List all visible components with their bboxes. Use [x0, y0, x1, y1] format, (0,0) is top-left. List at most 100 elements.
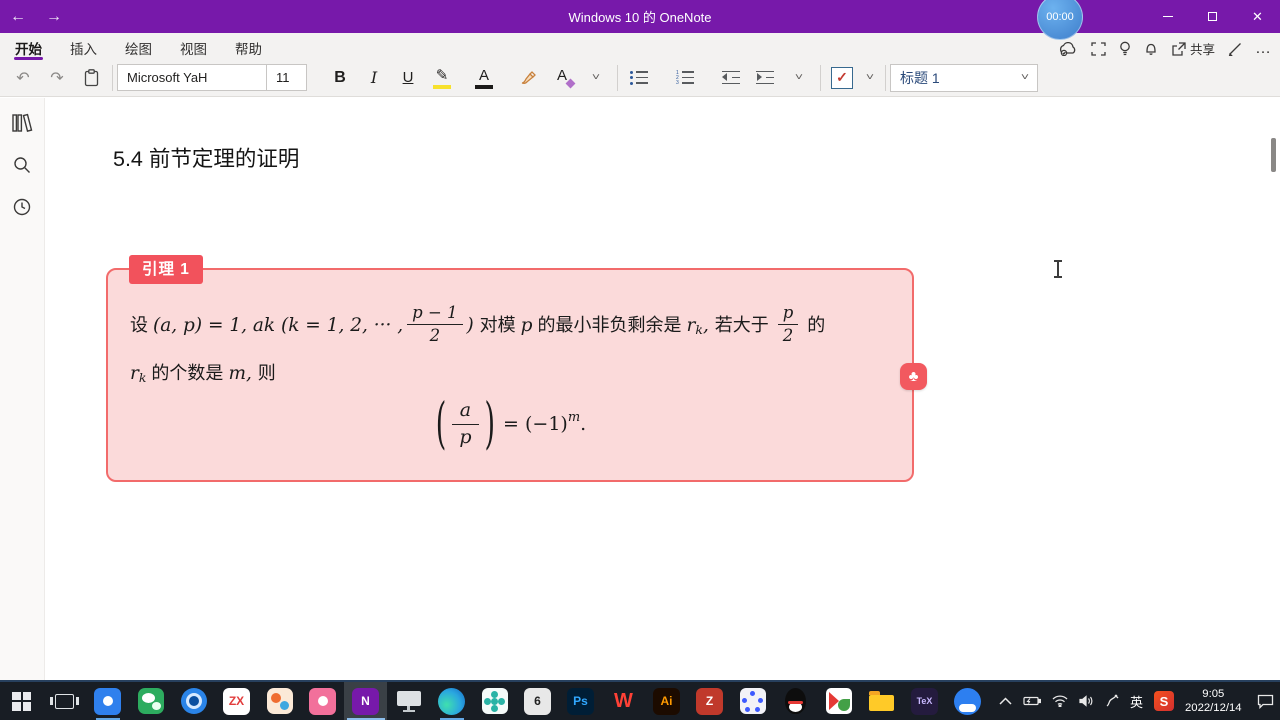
tex-app[interactable]: TeX — [903, 682, 946, 720]
z-reader-app[interactable]: Z — [688, 682, 731, 720]
formula-exponent: m — [567, 409, 581, 425]
start-button-icon — [12, 691, 31, 711]
action-center-icon[interactable] — [1257, 694, 1274, 709]
paint-app[interactable] — [258, 682, 301, 720]
share-button[interactable]: 共享 — [1171, 39, 1215, 58]
format-painter-button[interactable] — [511, 63, 545, 93]
petals-app-icon — [481, 688, 508, 714]
sketchpad-app-icon: 6 — [524, 687, 551, 715]
math-segment: 设 — [130, 315, 154, 335]
wps-app[interactable]: W — [602, 682, 645, 720]
formula-equals: = (−1) — [503, 413, 568, 436]
volume-icon[interactable] — [1079, 695, 1094, 707]
math-segment: m — [228, 363, 246, 384]
recent-icon[interactable] — [8, 194, 36, 220]
divider — [112, 64, 113, 91]
pink-app[interactable] — [301, 682, 344, 720]
pen-mode-icon[interactable] — [1228, 42, 1242, 56]
numbered-list-button[interactable]: 123 — [668, 63, 702, 93]
wechat-app-icon — [137, 688, 164, 714]
file-explorer[interactable] — [860, 682, 903, 720]
task-view-button-icon — [50, 693, 79, 709]
remote-desktop-app[interactable] — [387, 682, 430, 720]
dingtalk-app[interactable] — [172, 682, 215, 720]
math-segment: , — [245, 363, 258, 384]
lemma-box: 引理 1 ♣ 设 (a, p) = 1, ak (k = 1, 2, ··· ,… — [106, 255, 927, 482]
z-reader-app-icon: Z — [696, 687, 723, 715]
font-size-select[interactable]: 11 — [267, 64, 307, 91]
tab-home[interactable]: 开始 — [14, 33, 43, 60]
restore-button[interactable] — [1190, 0, 1235, 33]
bullet-list-button[interactable] — [622, 63, 656, 93]
vertical-scrollbar[interactable] — [1271, 138, 1276, 172]
zx-app[interactable]: ZX — [215, 682, 258, 720]
classroom-app[interactable] — [817, 682, 860, 720]
edge-browser[interactable] — [430, 682, 473, 720]
tray-clock[interactable]: 9:05 2022/12/14 — [1185, 687, 1242, 715]
tab-help[interactable]: 帮助 — [234, 33, 263, 59]
page-canvas[interactable]: 5.4 前节定理的证明 引理 1 ♣ 设 (a, p) = 1, ak (k =… — [46, 98, 1280, 680]
redo-button[interactable]: ↷ — [40, 63, 74, 93]
italic-button[interactable]: I — [357, 63, 391, 93]
tab-view[interactable]: 视图 — [179, 33, 208, 59]
battery-icon[interactable] — [1023, 696, 1041, 706]
paragraph-more-chevron[interactable]: ˅ — [775, 63, 823, 93]
geogebra-app-icon — [739, 688, 766, 714]
tag-chevron[interactable]: ˅ — [855, 63, 886, 93]
sync-cloud-icon[interactable] — [1058, 41, 1078, 56]
sogou-ime-icon[interactable]: S — [1154, 691, 1175, 711]
close-button[interactable]: ✕ — [1235, 0, 1280, 33]
paste-button[interactable] — [74, 63, 108, 93]
start-button[interactable] — [0, 682, 43, 720]
sketchpad-app[interactable]: 6 — [516, 682, 559, 720]
geogebra-app[interactable] — [731, 682, 774, 720]
ribbon-toolbar: ↶ ↷ Microsoft YaH 11 B I U ✎ A A ˅ 1 2 3… — [0, 59, 1280, 96]
search-icon[interactable] — [8, 152, 36, 178]
qq-browser[interactable] — [946, 682, 989, 720]
task-view-button[interactable] — [43, 682, 86, 720]
math-segment: 对模 — [479, 315, 521, 335]
math-segment: 若大于 — [714, 315, 774, 335]
onenote-app[interactable]: N — [344, 682, 387, 720]
classroom-app-icon — [825, 688, 852, 714]
wifi-icon[interactable] — [1052, 695, 1068, 707]
more-options-icon[interactable]: … — [1255, 40, 1272, 58]
font-more-chevron[interactable]: ˅ — [572, 63, 620, 93]
page-title: 5.4 前节定理的证明 — [113, 147, 300, 171]
fullscreen-icon[interactable] — [1091, 41, 1106, 56]
illustrator-app[interactable]: Ai — [645, 682, 688, 720]
ink-pen-icon[interactable] — [1105, 694, 1119, 708]
math-segment: 则 — [257, 363, 276, 383]
screen: ← → Windows 10 的 OneNote 00:00 ✕ 开始 插入 绘… — [0, 0, 1280, 720]
legendre-numerator: a — [451, 398, 480, 425]
font-color-button[interactable]: A — [467, 63, 501, 93]
tray-chevron-icon[interactable] — [999, 697, 1012, 705]
wechat-app[interactable] — [129, 682, 172, 720]
qq-app[interactable] — [774, 682, 817, 720]
notebooks-icon[interactable] — [8, 110, 36, 136]
outdent-button[interactable] — [714, 63, 748, 93]
notifications-icon[interactable] — [1144, 41, 1158, 56]
highlight-button[interactable]: ✎ — [425, 63, 459, 93]
club-badge-button[interactable]: ♣ — [900, 363, 927, 390]
tab-draw[interactable]: 绘图 — [124, 33, 153, 59]
style-select[interactable]: 标题 1 ˅ — [890, 63, 1038, 92]
underline-button[interactable]: U — [391, 63, 425, 93]
petals-app[interactable] — [473, 682, 516, 720]
font-color-bar — [475, 84, 493, 89]
photoshop-app[interactable]: Ps — [559, 682, 602, 720]
style-chevron-icon: ˅ — [1020, 72, 1030, 83]
system-tray: 英 S 9:05 2022/12/14 — [989, 682, 1280, 720]
bold-button[interactable]: B — [323, 63, 357, 93]
messenger-app[interactable] — [86, 682, 129, 720]
title-bar: ← → Windows 10 的 OneNote 00:00 ✕ — [0, 0, 1280, 40]
ime-indicator[interactable]: 英 — [1130, 692, 1143, 711]
tab-insert[interactable]: 插入 — [69, 33, 98, 59]
minimize-button[interactable] — [1145, 0, 1190, 33]
lightbulb-icon[interactable] — [1119, 41, 1131, 56]
lemma-line-1: 设 (a, p) = 1, ak (k = 1, 2, ··· ,p − 1 2)… — [130, 300, 892, 355]
undo-button[interactable]: ↶ — [6, 63, 40, 93]
photoshop-app-icon: Ps — [567, 687, 594, 715]
font-name-select[interactable]: Microsoft YaH — [117, 64, 267, 91]
tex-app-icon: TeX — [911, 687, 938, 715]
